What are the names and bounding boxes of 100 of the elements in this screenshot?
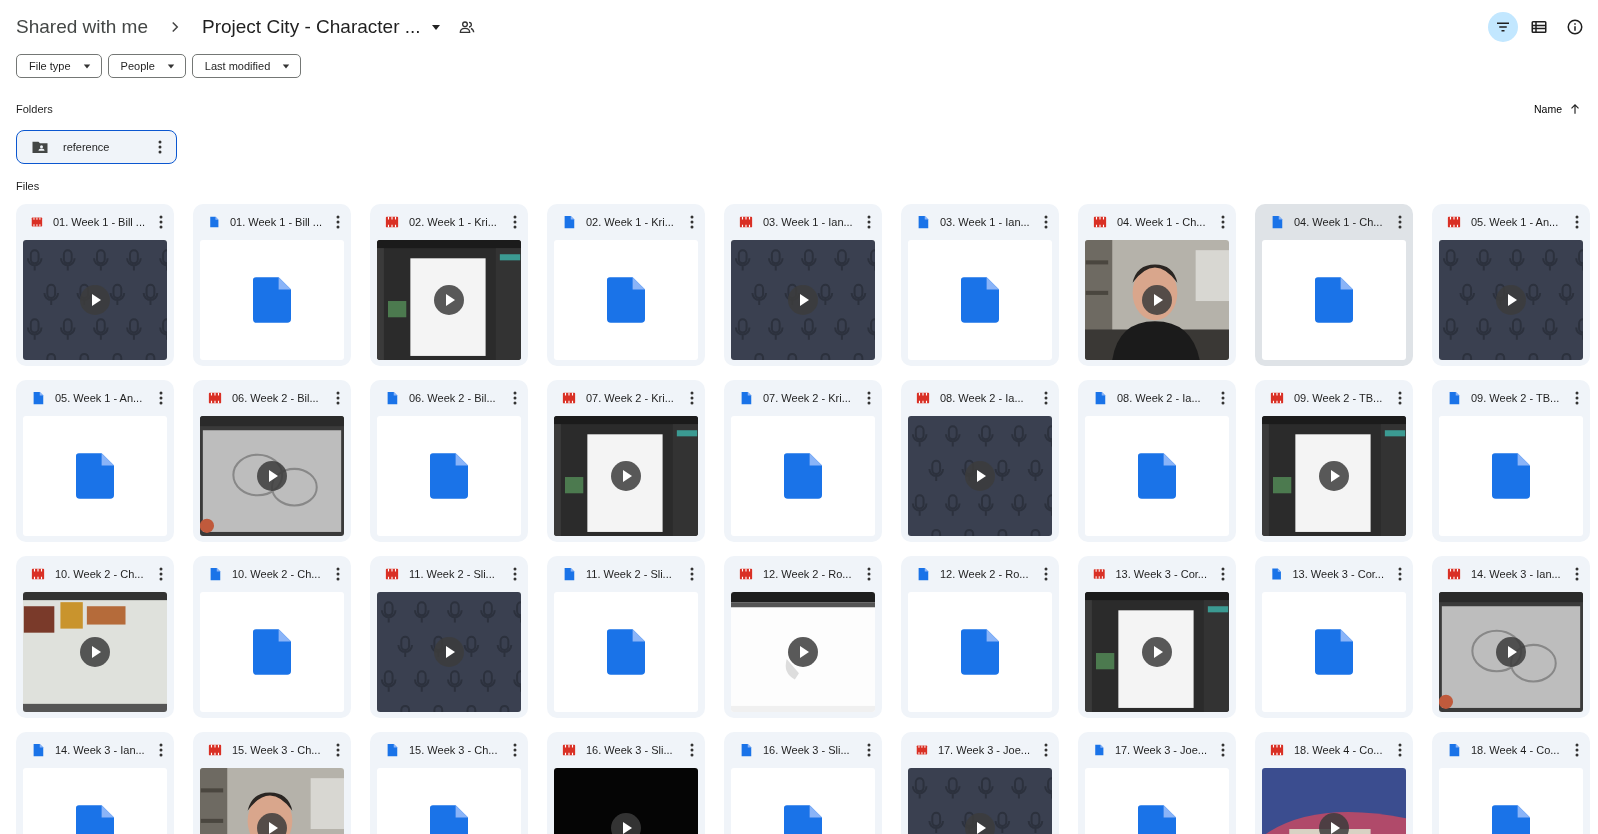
document-icon <box>1270 215 1284 229</box>
file-card[interactable]: 08. Week 2 - Ia... <box>1078 380 1236 542</box>
file-name: 03. Week 1 - Ian... <box>940 216 1030 228</box>
file-name: 03. Week 1 - Ian... <box>763 216 853 228</box>
document-icon <box>961 277 999 323</box>
document-icon <box>961 629 999 675</box>
document-icon <box>739 743 753 757</box>
document-icon <box>253 277 291 323</box>
filter-button[interactable] <box>1488 12 1518 42</box>
play-icon <box>611 813 641 834</box>
file-card[interactable]: 10. Week 2 - Ch... <box>193 556 351 718</box>
file-name: 14. Week 3 - Ian... <box>55 744 145 756</box>
caret-icon <box>166 62 175 70</box>
play-icon <box>1142 285 1172 315</box>
play-icon <box>434 637 464 667</box>
file-card[interactable]: 13. Week 3 - Cor... <box>1078 556 1236 718</box>
file-card[interactable]: 12. Week 2 - Ro... <box>724 556 882 718</box>
file-card[interactable]: 04. Week 1 - Ch... <box>1078 204 1236 366</box>
document-icon <box>385 743 399 757</box>
file-name: 18. Week 4 - Co... <box>1471 744 1561 756</box>
file-name: 08. Week 2 - Ia... <box>940 392 1025 404</box>
sort-button[interactable]: Name <box>1534 102 1590 116</box>
folder-title-button[interactable]: Project City - Character ... <box>202 16 441 38</box>
file-name: 05. Week 1 - An... <box>1471 216 1560 228</box>
file-card[interactable]: 06. Week 2 - Bil... <box>193 380 351 542</box>
file-card[interactable]: 14. Week 3 - Ian... <box>16 732 174 834</box>
file-card[interactable]: 06. Week 2 - Bil... <box>370 380 528 542</box>
file-card[interactable]: 02. Week 1 - Kri... <box>370 204 528 366</box>
file-name: 17. Week 3 - Joe... <box>937 744 1030 756</box>
breadcrumb-link[interactable]: Shared with me <box>16 16 148 38</box>
section-heading: Files <box>16 180 40 192</box>
file-name: 16. Week 3 - Sli... <box>586 744 674 756</box>
video-file-icon <box>1270 743 1284 757</box>
file-name: 11. Week 2 - Sli... <box>586 568 673 580</box>
video-file-icon <box>1093 567 1106 581</box>
filter-chip[interactable]: File type <box>16 54 102 78</box>
file-card[interactable]: 17. Week 3 - Joe... <box>901 732 1059 834</box>
file-card[interactable]: 16. Week 3 - Sli... <box>547 732 705 834</box>
file-card[interactable]: 07. Week 2 - Kri... <box>547 380 705 542</box>
play-icon <box>80 637 110 667</box>
file-card[interactable]: 13. Week 3 - Cor... <box>1255 556 1413 718</box>
file-card[interactable]: 01. Week 1 - Bill ... <box>16 204 174 366</box>
file-card[interactable]: 02. Week 1 - Kri... <box>547 204 705 366</box>
file-name: 07. Week 2 - Kri... <box>586 392 675 404</box>
play-icon <box>257 813 287 834</box>
document-icon <box>1447 391 1461 405</box>
file-name: 17. Week 3 - Joe... <box>1114 744 1207 756</box>
document-icon <box>1093 391 1107 405</box>
folder-card[interactable]: reference <box>16 130 177 164</box>
file-card[interactable]: 04. Week 1 - Ch... <box>1255 204 1413 366</box>
file-card[interactable]: 18. Week 4 - Co... <box>1432 732 1590 834</box>
file-card[interactable]: 12. Week 2 - Ro... <box>901 556 1059 718</box>
file-name: 15. Week 3 - Ch... <box>232 744 322 756</box>
play-icon <box>788 285 818 315</box>
document-icon <box>1447 743 1461 757</box>
file-card[interactable]: 15. Week 3 - Ch... <box>193 732 351 834</box>
file-card[interactable]: 18. Week 4 - Co... <box>1255 732 1413 834</box>
file-name: 06. Week 2 - Bil... <box>409 392 497 404</box>
file-card[interactable]: 10. Week 2 - Ch... <box>16 556 174 718</box>
document-icon <box>1138 453 1176 499</box>
video-file-icon <box>31 567 45 581</box>
file-name: 02. Week 1 - Kri... <box>586 216 675 228</box>
document-icon <box>430 453 468 499</box>
file-card[interactable]: 01. Week 1 - Bill ... <box>193 204 351 366</box>
play-icon <box>611 461 641 491</box>
document-icon <box>562 215 576 229</box>
file-name: 07. Week 2 - Kri... <box>763 392 852 404</box>
file-card[interactable]: 15. Week 3 - Ch... <box>370 732 528 834</box>
file-card[interactable]: 11. Week 2 - Sli... <box>370 556 528 718</box>
file-card[interactable]: 03. Week 1 - Ian... <box>724 204 882 366</box>
file-card[interactable]: 16. Week 3 - Sli... <box>724 732 882 834</box>
file-name: 15. Week 3 - Ch... <box>409 744 499 756</box>
document-icon <box>916 567 930 581</box>
document-icon <box>739 391 753 405</box>
file-name: 06. Week 2 - Bil... <box>232 392 320 404</box>
filter-chip[interactable]: People <box>107 54 186 78</box>
document-icon <box>76 453 114 499</box>
file-card[interactable]: 03. Week 1 - Ian... <box>901 204 1059 366</box>
video-file-icon <box>562 391 576 405</box>
file-card[interactable]: 14. Week 3 - Ian... <box>1432 556 1590 718</box>
document-icon <box>1270 567 1283 581</box>
file-card[interactable]: 05. Week 1 - An... <box>1432 204 1590 366</box>
play-icon <box>965 813 995 834</box>
file-name: 04. Week 1 - Ch... <box>1117 216 1207 228</box>
file-card[interactable]: 08. Week 2 - Ia... <box>901 380 1059 542</box>
file-card[interactable]: 09. Week 2 - TB... <box>1432 380 1590 542</box>
file-card[interactable]: 09. Week 2 - TB... <box>1255 380 1413 542</box>
play-icon <box>434 285 464 315</box>
file-card[interactable]: 17. Week 3 - Joe... <box>1078 732 1236 834</box>
file-name: 10. Week 2 - Ch... <box>232 568 322 580</box>
play-icon <box>1496 637 1526 667</box>
file-card[interactable]: 11. Week 2 - Sli... <box>547 556 705 718</box>
list-icon <box>1530 18 1548 36</box>
document-icon <box>1315 277 1353 323</box>
file-card[interactable]: 07. Week 2 - Kri... <box>724 380 882 542</box>
play-icon <box>1496 285 1526 315</box>
file-card[interactable]: 05. Week 1 - An... <box>16 380 174 542</box>
caret-icon <box>430 22 441 32</box>
play-icon <box>257 461 287 491</box>
filter-chip[interactable]: Last modified <box>191 54 302 78</box>
